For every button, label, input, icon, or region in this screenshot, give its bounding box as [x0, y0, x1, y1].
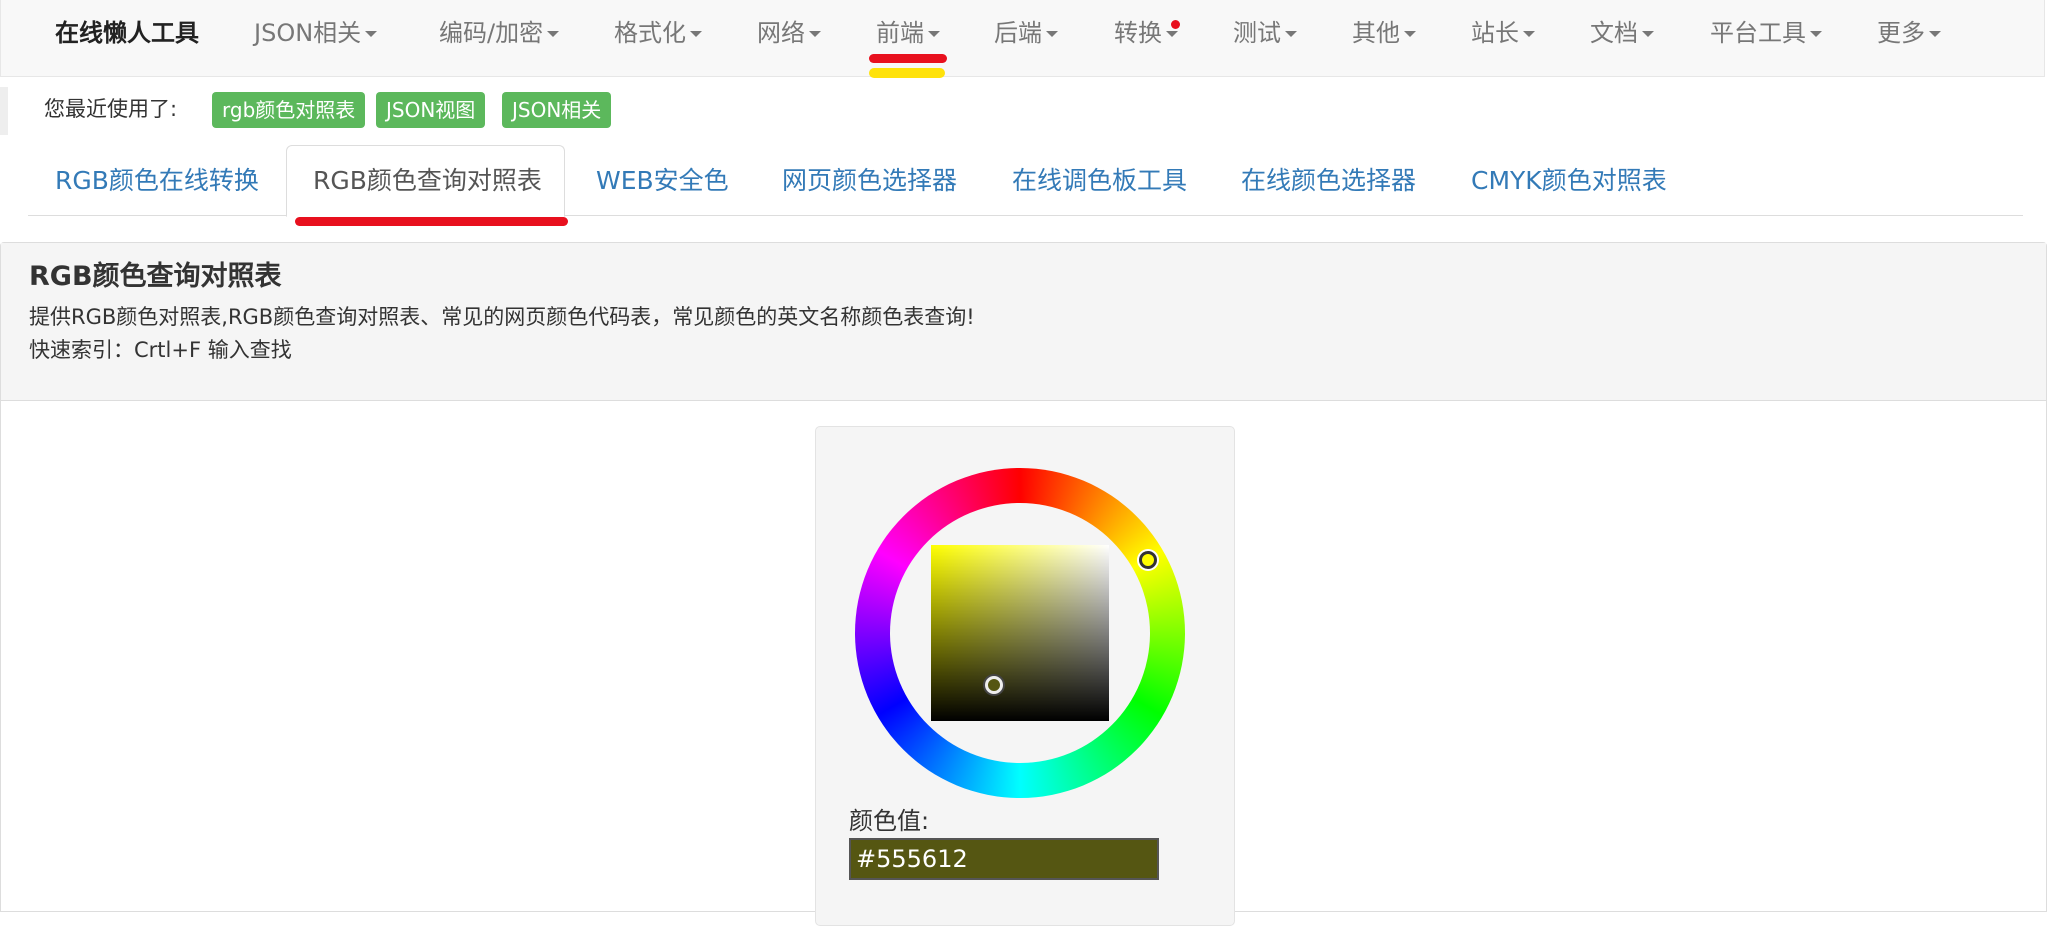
hue-marker-handle[interactable]	[1139, 551, 1157, 569]
caret-down-icon	[1642, 31, 1654, 37]
tab-web-safe-colors[interactable]: WEB安全色	[596, 161, 729, 201]
notification-dot	[1171, 20, 1180, 29]
nav-format-label: 格式化	[614, 19, 686, 47]
caret-down-icon	[1523, 31, 1535, 37]
panel-title: RGB颜色查询对照表	[29, 261, 282, 292]
nav-encoding-label: 编码/加密	[439, 19, 544, 47]
tab-cmyk-table[interactable]: CMYK颜色对照表	[1471, 161, 1667, 201]
sv-marker-handle[interactable]	[985, 676, 1003, 694]
caret-down-icon	[928, 31, 940, 37]
nav-json[interactable]: JSON相关	[254, 16, 378, 50]
nav-docs[interactable]: 文档	[1590, 16, 1654, 50]
nav-webmaster[interactable]: 站长	[1471, 16, 1535, 50]
highlight-red-underline	[869, 54, 947, 63]
tab-rgb-convert[interactable]: RGB颜色在线转换	[55, 161, 259, 201]
nav-convert-label: 转换	[1114, 19, 1162, 47]
nav-other[interactable]: 其他	[1352, 16, 1416, 50]
tab-palette-tool[interactable]: 在线调色板工具	[1012, 161, 1187, 201]
recent-chip-json-view[interactable]: JSON视图	[376, 92, 486, 128]
nav-format[interactable]: 格式化	[614, 16, 702, 50]
color-value-label: 颜色值:	[849, 807, 930, 835]
caret-down-icon	[1404, 31, 1416, 37]
site-brand[interactable]: 在线懒人工具	[55, 16, 199, 50]
nav-test-label: 测试	[1233, 19, 1281, 47]
caret-down-icon	[547, 31, 560, 37]
nav-frontend[interactable]: 前端	[876, 16, 940, 50]
nav-network-label: 网络	[757, 19, 805, 47]
highlight-yellow-underline	[869, 68, 945, 78]
panel-heading: RGB颜色查询对照表 提供RGB颜色对照表,RGB颜色查询对照表、常见的网页颜色…	[1, 243, 2046, 401]
recent-chip-rgb-table[interactable]: rgb颜色对照表	[212, 92, 366, 128]
caret-down-icon	[1929, 31, 1941, 37]
caret-down-icon	[365, 31, 378, 37]
saturation-value-square[interactable]	[931, 545, 1109, 721]
caret-down-icon	[1046, 31, 1058, 37]
nav-backend-label: 后端	[994, 19, 1042, 47]
tab-page-color-picker[interactable]: 网页颜色选择器	[782, 161, 957, 201]
caret-down-icon	[809, 31, 821, 37]
panel-description: 提供RGB颜色对照表,RGB颜色查询对照表、常见的网页颜色代码表，常见颜色的英文…	[29, 305, 975, 329]
nav-network[interactable]: 网络	[757, 16, 821, 50]
nav-more-label: 更多	[1877, 19, 1925, 47]
nav-docs-label: 文档	[1590, 19, 1638, 47]
tab-rgb-lookup-table[interactable]: RGB颜色查询对照表	[313, 161, 542, 201]
recent-chip-json-related[interactable]: JSON相关	[502, 92, 612, 128]
nav-platform-tools-label: 平台工具	[1710, 19, 1806, 47]
tab-online-color-picker[interactable]: 在线颜色选择器	[1241, 161, 1416, 201]
caret-down-icon	[690, 31, 702, 37]
caret-down-icon	[1285, 31, 1297, 37]
caret-down-icon	[1166, 31, 1178, 37]
nav-other-label: 其他	[1352, 19, 1400, 47]
panel-index-hint: 快速索引：Crtl+F 输入查找	[29, 338, 292, 362]
color-value-input[interactable]	[849, 838, 1159, 880]
caret-down-icon	[1810, 31, 1822, 37]
nav-webmaster-label: 站长	[1471, 19, 1519, 47]
nav-platform-tools[interactable]: 平台工具	[1710, 16, 1822, 50]
nav-json-label: JSON相关	[254, 19, 362, 47]
nav-backend[interactable]: 后端	[994, 16, 1058, 50]
top-navbar: 在线懒人工具 JSON相关 编码/加密 格式化 网络 前端 后端 转换 测试 其…	[0, 0, 2045, 77]
nav-frontend-label: 前端	[876, 19, 924, 47]
recent-accent-bar	[0, 87, 8, 135]
nav-encoding[interactable]: 编码/加密	[439, 16, 560, 50]
nav-more[interactable]: 更多	[1877, 16, 1941, 50]
nav-convert[interactable]: 转换	[1114, 16, 1178, 50]
recent-label: 您最近使用了:	[44, 97, 178, 121]
active-tab-red-underline	[295, 217, 568, 226]
nav-test[interactable]: 测试	[1233, 16, 1297, 50]
